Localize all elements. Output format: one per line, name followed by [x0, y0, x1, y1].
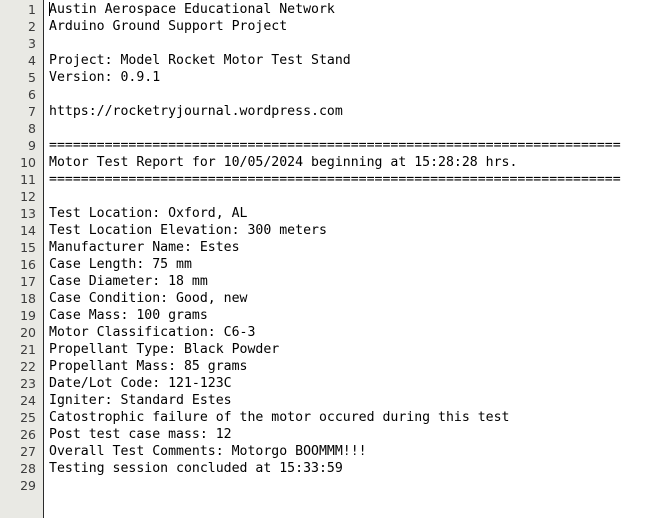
line-number-gutter: 1 2 3 4 5 6 7 8 9 10 11 12 13 14 15 16 17 18 19 20 21 22 23 24 2…: [0, 0, 44, 518]
line-number: 1: [28, 2, 36, 17]
line-number: 11: [20, 172, 36, 187]
line-number: 27: [20, 444, 36, 459]
line-number: 5: [28, 70, 36, 85]
line-number: 24: [20, 393, 36, 408]
line-number: 6: [28, 87, 36, 102]
line-number: 26: [20, 427, 36, 442]
code-line[interactable]: Overall Test Comments: Motorgo BOOMMM!!!: [49, 443, 664, 460]
code-line[interactable]: Project: Model Rocket Motor Test Stand: [49, 52, 664, 69]
line-number: 9: [28, 138, 36, 153]
line-number: 28: [20, 461, 36, 476]
code-line[interactable]: Case Diameter: 18 mm: [49, 273, 664, 290]
code-line[interactable]: Version: 0.9.1: [49, 69, 664, 86]
line-number: 7: [28, 104, 36, 119]
line-number: 13: [20, 206, 36, 221]
line-number: 4: [28, 53, 36, 68]
code-line[interactable]: Motor Classification: C6-3: [49, 324, 664, 341]
code-line[interactable]: Post test case mass: 12: [49, 426, 664, 443]
code-line[interactable]: https://rocketryjournal.wordpress.com: [49, 103, 664, 120]
line-number: 22: [20, 359, 36, 374]
line-number: 20: [20, 325, 36, 340]
code-line[interactable]: Test Location Elevation: 300 meters: [49, 222, 664, 239]
line-number: 2: [28, 19, 36, 34]
line-number: 3: [28, 36, 36, 51]
line-number: 8: [28, 121, 36, 136]
code-line[interactable]: Propellant Type: Black Powder: [49, 341, 664, 358]
line-number: 12: [20, 189, 36, 204]
code-line[interactable]: [49, 188, 664, 205]
code-line[interactable]: Manufacturer Name: Estes: [49, 239, 664, 256]
code-line[interactable]: Arduino Ground Support Project: [49, 18, 664, 35]
line-number: 15: [20, 240, 36, 255]
code-line[interactable]: Date/Lot Code: 121-123C: [49, 375, 664, 392]
line-number: 16: [20, 257, 36, 272]
line-number: 17: [20, 274, 36, 289]
code-line[interactable]: [49, 86, 664, 103]
text-editor-window: 1 2 3 4 5 6 7 8 9 10 11 12 13 14 15 16 17 18 19 20 21 22 23 24 2…: [0, 0, 664, 518]
code-line[interactable]: Testing session concluded at 15:33:59: [49, 460, 664, 477]
code-line[interactable]: Case Condition: Good, new: [49, 290, 664, 307]
line-number: 23: [20, 376, 36, 391]
line-number: 19: [20, 308, 36, 323]
line-number: 14: [20, 223, 36, 238]
code-line[interactable]: Test Location: Oxford, AL: [49, 205, 664, 222]
code-line[interactable]: Austin Aerospace Educational Network: [49, 1, 664, 18]
line-number: 18: [20, 291, 36, 306]
line-number: 29: [20, 478, 36, 493]
code-line[interactable]: Propellant Mass: 85 grams: [49, 358, 664, 375]
code-line[interactable]: [49, 35, 664, 52]
code-line[interactable]: Case Mass: 100 grams: [49, 307, 664, 324]
code-line[interactable]: Igniter: Standard Estes: [49, 392, 664, 409]
line-number: 10: [20, 155, 36, 170]
code-line[interactable]: [49, 120, 664, 137]
code-line[interactable]: Motor Test Report for 10/05/2024 beginni…: [49, 154, 664, 171]
code-line[interactable]: Case Length: 75 mm: [49, 256, 664, 273]
code-line[interactable]: Catostrophic failure of the motor occure…: [49, 409, 664, 426]
code-text-area[interactable]: Austin Aerospace Educational Network Ardu…: [44, 0, 664, 518]
line-number: 25: [20, 410, 36, 425]
line-number: 21: [20, 342, 36, 357]
code-line[interactable]: [49, 477, 664, 494]
text-caret: [49, 2, 50, 16]
code-line[interactable]: ========================================…: [49, 171, 664, 188]
code-line[interactable]: ========================================…: [49, 137, 664, 154]
